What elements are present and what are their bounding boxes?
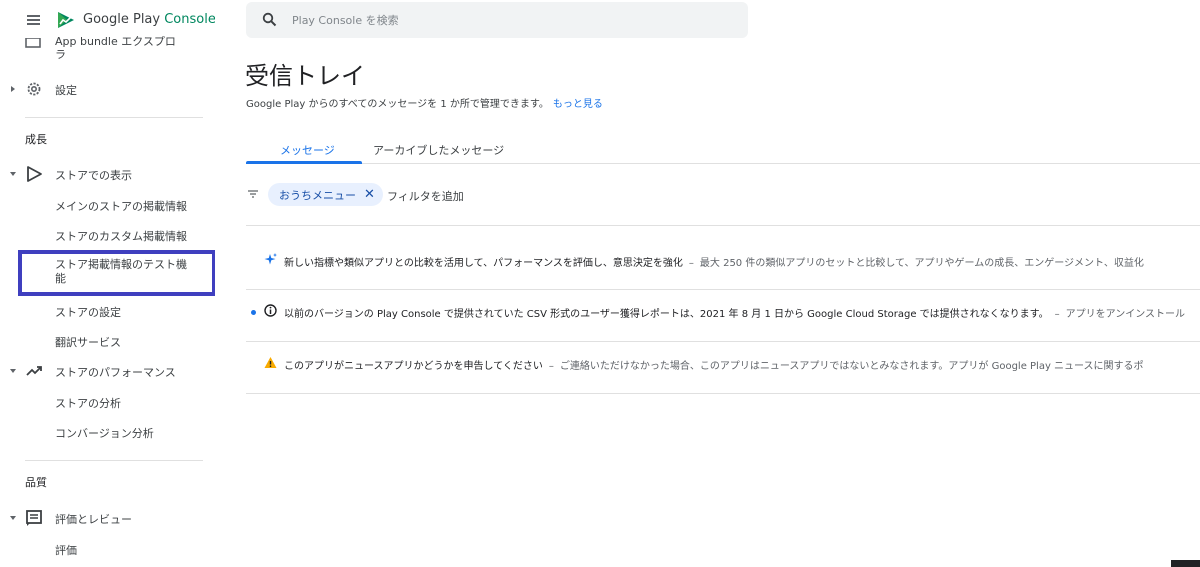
sidebar-item-store-presence[interactable]: ストアでの表示 xyxy=(0,163,215,185)
filter-chip-label: おうちメニュー xyxy=(279,188,356,202)
search-input[interactable] xyxy=(292,11,712,29)
info-icon xyxy=(264,304,277,317)
sidebar-item-label: コンバージョン分析 xyxy=(55,427,154,440)
highlight-annotation-box xyxy=(18,250,215,296)
sidebar-item-label: App bundle エクスプロ ラ xyxy=(55,35,176,61)
tab-archived-messages[interactable]: アーカイブしたメッセージ xyxy=(373,142,504,158)
warning-icon xyxy=(264,357,277,368)
caret-right-icon[interactable] xyxy=(9,85,17,93)
sidebar-item-main-store-listing[interactable]: メインのストアの掲載情報 xyxy=(0,195,215,215)
sidebar: Google Play Console App bundle エクスプロ ラ 設… xyxy=(0,0,215,567)
corner-widget xyxy=(1171,560,1200,567)
sidebar-divider xyxy=(25,117,203,118)
sidebar-item-store-analysis[interactable]: ストアの分析 xyxy=(0,392,215,412)
gear-icon xyxy=(27,82,41,96)
section-heading-quality: 品質 xyxy=(25,476,47,489)
brand-name-text: Google Play xyxy=(83,12,161,27)
list-icon xyxy=(25,38,41,48)
filter-icon[interactable] xyxy=(248,190,258,198)
trending-up-icon xyxy=(26,366,42,376)
message-row[interactable]: 以前のバージョンの Play Console で提供されていた CSV 形式のユ… xyxy=(246,290,1200,340)
sidebar-item-custom-store-listing[interactable]: ストアのカスタム掲載情報 xyxy=(0,225,215,245)
message-separator: – xyxy=(688,258,694,269)
sidebar-item-label: 評価 xyxy=(55,544,77,557)
menu-icon[interactable] xyxy=(27,15,40,25)
message-text: このアプリがニュースアプリかどうかを申告してください – ご連絡いただけなかった場合… xyxy=(284,357,1144,372)
message-title: 以前のバージョンの Play Console で提供されていた CSV 形式のユ… xyxy=(284,309,1049,320)
message-text: 以前のバージョンの Play Console で提供されていた CSV 形式のユ… xyxy=(284,305,1185,320)
sidebar-item-translation-services[interactable]: 翻訳サービス xyxy=(0,331,215,351)
sidebar-item-label: 設定 xyxy=(55,84,77,97)
page-description-text: Google Play からのすべてのメッセージを 1 か所で管理できます。 xyxy=(246,99,549,110)
filter-chip[interactable]: おうちメニュー ✕ xyxy=(268,183,383,206)
close-icon[interactable]: ✕ xyxy=(364,188,375,201)
sidebar-item-label: ストアのパフォーマンス xyxy=(55,366,176,379)
filter-bar: おうちメニュー ✕ フィルタを追加 xyxy=(246,178,1200,210)
sidebar-item-app-bundle-explorer[interactable]: App bundle エクスプロ ラ xyxy=(0,35,215,66)
sidebar-item-store-performance[interactable]: ストアのパフォーマンス xyxy=(0,360,215,382)
sparkle-icon xyxy=(264,253,277,265)
message-separator: – xyxy=(1054,309,1060,320)
search-bar[interactable] xyxy=(246,2,748,38)
sidebar-item-settings[interactable]: 設定 xyxy=(0,78,215,100)
caret-down-icon[interactable] xyxy=(9,514,17,522)
page-description: Google Play からのすべてのメッセージを 1 か所で管理できます。 もっ… xyxy=(246,95,603,110)
filter-divider xyxy=(246,225,1200,226)
message-title: 新しい指標や類似アプリとの比較を活用して、パフォーマンスを評価し、意思決定を強化 xyxy=(284,258,683,269)
add-filter-button[interactable]: フィルタを追加 xyxy=(387,188,464,204)
message-text: 新しい指標や類似アプリとの比較を活用して、パフォーマンスを評価し、意思決定を強化… xyxy=(284,254,1144,269)
sidebar-item-ratings[interactable]: 評価 xyxy=(0,539,215,559)
play-console-logo-icon xyxy=(58,12,74,28)
message-title: このアプリがニュースアプリかどうかを申告してください xyxy=(284,361,543,372)
sidebar-divider xyxy=(25,460,203,461)
message-body: 最大 250 件の類似アプリのセットと比較して、アプリやゲームの成長、エンゲージ… xyxy=(699,258,1144,269)
sidebar-item-store-settings[interactable]: ストアの設定 xyxy=(0,301,215,321)
message-divider xyxy=(246,393,1200,394)
message-body: ご連絡いただけなかった場合、このアプリはニュースアプリではないとみなされます。ア… xyxy=(559,361,1144,372)
sidebar-item-label: ストアでの表示 xyxy=(55,169,132,182)
inbox-tabs: メッセージ アーカイブしたメッセージ xyxy=(246,132,1200,164)
play-triangle-icon xyxy=(27,166,42,182)
sidebar-item-ratings-reviews[interactable]: 評価とレビュー xyxy=(0,507,215,529)
sidebar-item-label: ストアのカスタム掲載情報 xyxy=(55,230,187,243)
learn-more-link[interactable]: もっと見る xyxy=(553,99,603,110)
caret-down-icon[interactable] xyxy=(9,170,17,178)
page-title: 受信トレイ xyxy=(245,62,365,90)
review-icon xyxy=(26,510,42,526)
active-tab-indicator xyxy=(246,161,362,164)
sidebar-item-label: 評価とレビュー xyxy=(55,513,132,526)
message-row[interactable]: このアプリがニュースアプリかどうかを申告してください – ご連絡いただけなかった場合… xyxy=(246,342,1200,392)
caret-down-icon[interactable] xyxy=(9,367,17,375)
brand-suffix: Console xyxy=(164,12,215,27)
tab-messages[interactable]: メッセージ xyxy=(280,142,335,158)
sidebar-item-label: 翻訳サービス xyxy=(55,336,121,349)
sidebar-item-conversion-analysis[interactable]: コンバージョン分析 xyxy=(0,422,215,442)
search-icon[interactable] xyxy=(262,12,277,27)
brand-header: Google Play Console xyxy=(0,0,215,40)
sidebar-item-label: メインのストアの掲載情報 xyxy=(55,200,187,213)
unread-indicator xyxy=(251,310,256,315)
message-separator: – xyxy=(548,361,554,372)
message-body: アプリをアンインストール xyxy=(1065,309,1186,320)
section-heading-growth: 成長 xyxy=(25,133,47,146)
sidebar-item-label: ストアの設定 xyxy=(55,306,121,319)
brand-name[interactable]: Google Play Console xyxy=(83,12,215,27)
sidebar-item-label: ストアの分析 xyxy=(55,397,121,410)
message-row[interactable]: 新しい指標や類似アプリとの比較を活用して、パフォーマンスを評価し、意思決定を強化… xyxy=(246,239,1200,289)
